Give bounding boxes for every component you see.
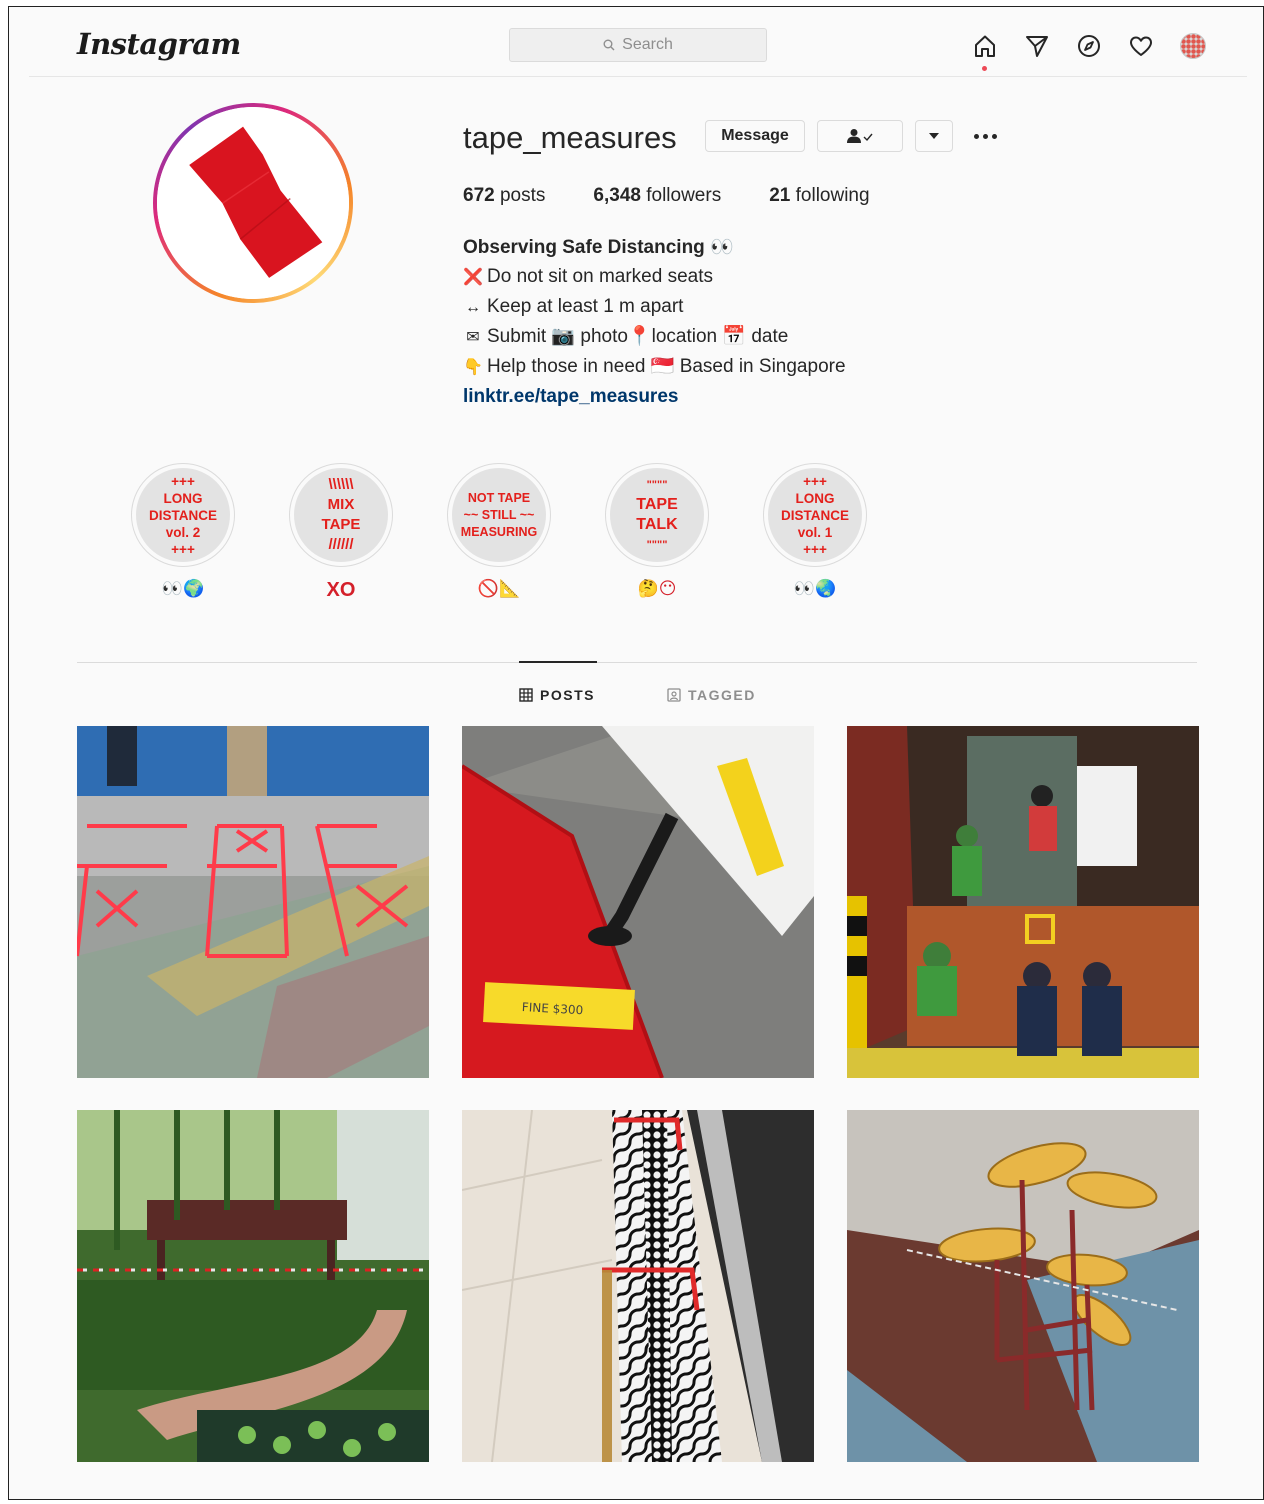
bio-line-2: ↔ Keep at least 1 m apart [465, 296, 684, 317]
highlight-label: XO [326, 579, 356, 601]
tagged-user-icon [667, 688, 681, 702]
post-image-floor-tape [77, 726, 429, 1078]
nav-activity[interactable] [1115, 29, 1167, 63]
search-placeholder: Search [622, 36, 673, 53]
direct-icon [1026, 36, 1048, 57]
profile-bio: Observing Safe Distancing 👀 ❌ Do not sit … [463, 233, 846, 411]
profile-username: tape_measures [463, 120, 677, 155]
post-tile-6[interactable] [847, 1110, 1199, 1462]
profile-stats: 672 posts 6,348 followers 21 following [463, 185, 918, 207]
highlight-4[interactable]: """" TAPE TALK """" 🤔😶 [605, 463, 709, 599]
grid-icon [519, 688, 533, 702]
top-navigation-bar: Instagram Search [29, 7, 1247, 77]
dot-icon [973, 133, 979, 139]
dot-icon [982, 133, 988, 139]
highlight-label: 🤔😶 [637, 579, 677, 598]
bio-line-3: ✉ Submit 📷 photo📍location 📅 date [463, 322, 846, 352]
post-image-red-seat: FINE $300 [462, 726, 814, 1078]
nav-home[interactable] [959, 29, 1011, 71]
caret-down-icon [929, 133, 939, 139]
post-tile-3[interactable] [847, 726, 1199, 1078]
following-button[interactable] [817, 120, 903, 152]
browser-frame: Instagram Search tape_measures Message 6… [8, 6, 1264, 1500]
nav-direct[interactable] [1011, 29, 1063, 63]
explore-icon [1078, 35, 1100, 57]
bio-link[interactable]: linktr.ee/tape_measures [463, 382, 846, 411]
post-image-playground [847, 1110, 1199, 1462]
highlight-cover: """" TAPE TALK """" [610, 468, 704, 562]
active-tab-indicator [519, 661, 597, 663]
profile-avatar-small [1180, 33, 1206, 59]
instagram-logo[interactable]: Instagram [77, 27, 241, 61]
search-input[interactable]: Search [509, 28, 767, 62]
more-options-button[interactable] [965, 125, 1005, 147]
post-image-park-barrier [77, 1110, 429, 1462]
highlight-label: 🚫📐 [477, 579, 521, 598]
post-tile-5[interactable] [462, 1110, 814, 1462]
bio-line-4: 👇 Help those in need 🇸🇬 Based in Singapor… [463, 356, 846, 377]
calendar-icon: 📅 [722, 326, 747, 347]
highlight-cover: \\\\\\ MIX TAPE////// [294, 468, 388, 562]
home-icon [975, 35, 995, 57]
highlight-1[interactable]: +++ LONG DISTANCE vol. 2 +++ 👀🌍 [131, 463, 235, 599]
highlight-label: 👀🌏 [793, 579, 837, 598]
pin-icon: 📍 [627, 326, 652, 347]
post-tile-4[interactable] [77, 1110, 429, 1462]
nav-icons [959, 29, 1219, 71]
search-icon [603, 39, 615, 51]
dot-icon [991, 133, 997, 139]
user-check-icon [847, 129, 873, 143]
post-tile-1[interactable] [77, 726, 429, 1078]
envelope-icon: ✉ [466, 329, 480, 346]
nav-profile[interactable] [1167, 29, 1219, 63]
heart-icon [1130, 36, 1152, 56]
following-count[interactable]: 21 following [769, 185, 869, 207]
post-tile-2[interactable]: FINE $300 [462, 726, 814, 1078]
nav-explore[interactable] [1063, 29, 1115, 63]
profile-picture [157, 107, 349, 299]
highlight-cover: +++ LONG DISTANCE vol. 1 +++ [768, 468, 862, 562]
post-image-tiled-floor [462, 1110, 814, 1462]
singapore-flag-icon: 🇸🇬 [650, 356, 675, 377]
highlight-3[interactable]: NOT TAPE ~~ STILL ~~ MEASURING 🚫📐 [447, 463, 551, 599]
highlight-cover: NOT TAPE ~~ STILL ~~ MEASURING [452, 468, 546, 562]
tab-posts[interactable]: POSTS [519, 687, 595, 703]
followers-count[interactable]: 6,348 followers [593, 185, 721, 207]
bio-line-1: ❌ Do not sit on marked seats [463, 266, 713, 287]
tab-tagged[interactable]: TAGGED [667, 687, 756, 703]
highlight-2[interactable]: \\\\\\ MIX TAPE////// XO [289, 463, 393, 602]
suggested-dropdown-button[interactable] [915, 120, 953, 152]
message-button[interactable]: Message [705, 120, 805, 152]
highlight-cover: +++ LONG DISTANCE vol. 2 +++ [136, 468, 230, 562]
camera-icon: 📷 [551, 326, 576, 347]
highlight-5[interactable]: +++ LONG DISTANCE vol. 1 +++ 👀🌏 [763, 463, 867, 599]
highlight-label: 👀🌍 [161, 579, 205, 598]
profile-avatar[interactable] [153, 103, 353, 303]
red-tape-image [157, 107, 349, 299]
active-indicator [982, 66, 987, 71]
tabs-divider [77, 662, 1197, 663]
bio-name-line: Observing Safe Distancing 👀 [463, 237, 734, 258]
posts-count: 672 posts [463, 185, 546, 206]
post-image-shop-entrance [847, 726, 1199, 1078]
